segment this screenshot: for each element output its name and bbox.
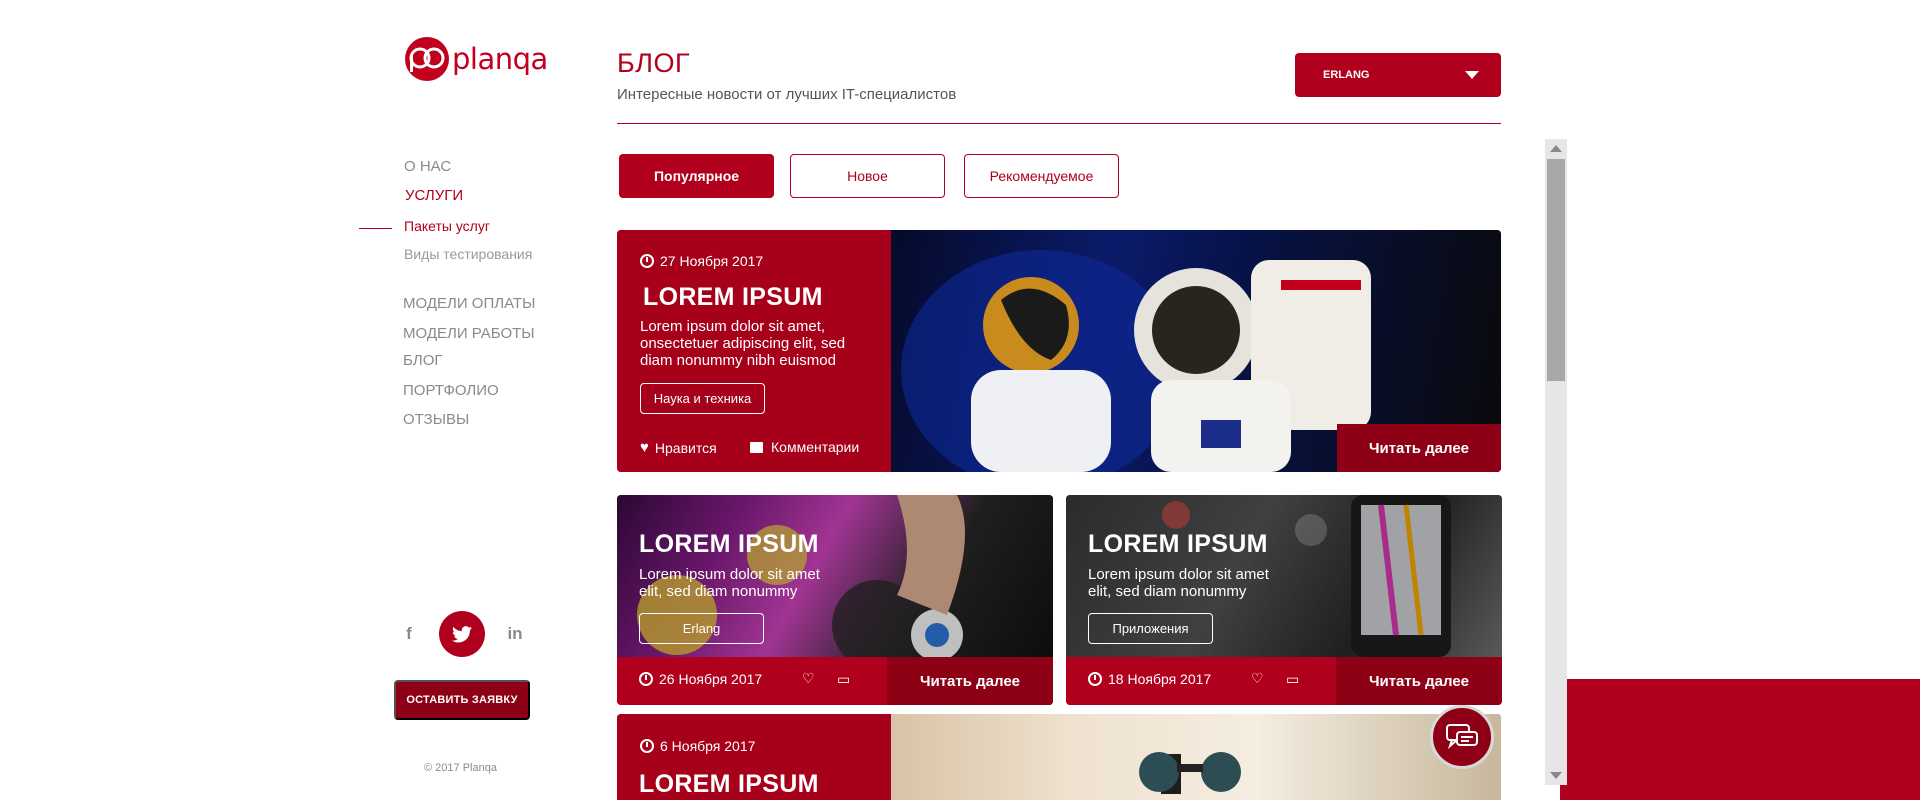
comment-icon[interactable]: ▭ [837,671,850,688]
nav-subitem-testing-types[interactable]: Виды тестирования [404,246,532,262]
heart-outline-icon[interactable]: ♡ [802,670,815,687]
nav-item-about[interactable]: О НАС [404,158,451,175]
post-tag[interactable]: Erlang [639,613,764,644]
heart-icon: ♥ [640,439,649,456]
post-panel: 6 Ноября 2017 LOREM IPSUM [617,714,891,800]
post-excerpt: Lorem ipsum dolor sit amet elit, sed dia… [639,566,820,600]
scrollbar-thumb[interactable] [1547,159,1565,381]
post-meta-bar: 26 Ноября 2017 ♡ ▭ Читать далее [617,657,1053,705]
category-select[interactable]: ERLANG [1295,53,1501,97]
post-date-text: 26 Ноября 2017 [659,671,763,687]
post-date-text: 6 Ноября 2017 [660,738,756,754]
category-select-value: ERLANG [1323,69,1370,81]
nav-subitem-packages[interactable]: Пакеты услуг [359,218,490,234]
post-meta-bar: 18 Ноября 2017 ♡ ▭ Читать далее [1066,657,1502,705]
featured-post-panel: 27 Ноября 2017 LOREM IPSUM Lorem ipsum d… [617,230,891,472]
decorative-red-band [1560,679,1920,800]
scroll-up-arrow-icon[interactable] [1550,145,1562,152]
post-card[interactable]: LOREM IPSUM Lorem ipsum dolor sit amet e… [617,495,1053,705]
clock-icon [640,254,654,268]
copyright: © 2017 Planqa [424,762,497,774]
chat-widget-button[interactable] [1430,705,1494,769]
nav-item-work-models[interactable]: МОДЕЛИ РАБОТЫ [403,325,535,342]
post-date: 18 Ноября 2017 [1088,671,1211,687]
read-more-button[interactable]: Читать далее [887,657,1053,705]
post-tag[interactable]: Приложения [1088,613,1213,644]
clock-icon [640,739,654,753]
post-date: 26 Ноября 2017 [639,671,762,687]
comment-icon[interactable]: ▭ [1286,671,1299,688]
heart-outline-icon[interactable]: ♡ [1251,670,1264,687]
tab-popular[interactable]: Популярное [619,154,774,198]
comment-icon [750,441,763,453]
post-title: LOREM IPSUM [639,770,819,798]
header-divider [617,123,1501,124]
tab-new[interactable]: Новое [790,154,945,198]
post-title: LOREM IPSUM [1088,530,1268,558]
post-title: LOREM IPSUM [643,283,823,311]
nav-item-blog[interactable]: БЛОГ [403,352,442,369]
active-indicator-line [359,228,392,229]
linkedin-icon[interactable]: in [504,623,526,645]
comments-button[interactable]: Комментарии [750,439,859,455]
post-excerpt: Lorem ipsum dolor sit amet, onsectetuer … [640,318,846,369]
nav-item-portfolio[interactable]: ПОРТФОЛИО [403,382,499,399]
logo-text: planqa [452,42,548,76]
read-more-button[interactable]: Читать далее [1337,424,1501,472]
scrollbar[interactable] [1545,139,1567,785]
chevron-down-icon [1465,71,1479,79]
post-date-text: 27 Ноября 2017 [660,253,764,269]
like-label: Нравится [654,439,717,456]
tab-recommended[interactable]: Рекомендуемое [964,154,1119,198]
post-image [891,714,1501,800]
post-tag[interactable]: Наука и техника [640,383,765,414]
sidebar: planqa О НАС УСЛУГИ Пакеты услуг Виды те… [0,0,582,800]
nav-subitem-packages-label: Пакеты услуг [404,218,490,234]
post-title: LOREM IPSUM [639,530,819,558]
comments-label: Комментарии [771,439,860,455]
clock-icon [1088,672,1102,686]
nav-item-payment-models[interactable]: МОДЕЛИ ОПЛАТЫ [403,295,535,312]
logo[interactable]: planqa [404,36,548,82]
scroll-down-arrow-icon[interactable] [1550,772,1562,779]
post-date: 27 Ноября 2017 [640,253,763,269]
read-more-button[interactable]: Читать далее [1336,657,1502,705]
post-card[interactable]: 6 Ноября 2017 LOREM IPSUM [617,714,1501,800]
post-date: 6 Ноября 2017 [640,738,755,754]
logo-mark-icon [404,36,450,82]
post-date-text: 18 Ноября 2017 [1108,671,1212,687]
post-excerpt: Lorem ipsum dolor sit amet elit, sed dia… [1088,566,1269,600]
submit-request-button[interactable]: ОСТАВИТЬ ЗАЯВКУ [394,680,530,720]
nav-item-services[interactable]: УСЛУГИ [405,187,463,204]
featured-post-card[interactable]: 27 Ноября 2017 LOREM IPSUM Lorem ipsum d… [617,230,1501,472]
page-title: БЛОГ [617,48,691,78]
twitter-icon[interactable] [439,611,485,657]
like-button[interactable]: ♥ Нравится [640,439,717,456]
nav-item-reviews[interactable]: ОТЗЫВЫ [403,411,469,428]
clock-icon [639,672,653,686]
main-content: БЛОГ Интересные новости от лучших IT-спе… [582,0,1560,800]
post-card[interactable]: LOREM IPSUM Lorem ipsum dolor sit amet e… [1066,495,1502,705]
facebook-icon[interactable]: f [402,623,416,645]
page-subtitle: Интересные новости от лучших IT-специали… [617,86,957,103]
social-links: f in [402,611,532,657]
chat-icon [1446,724,1478,750]
